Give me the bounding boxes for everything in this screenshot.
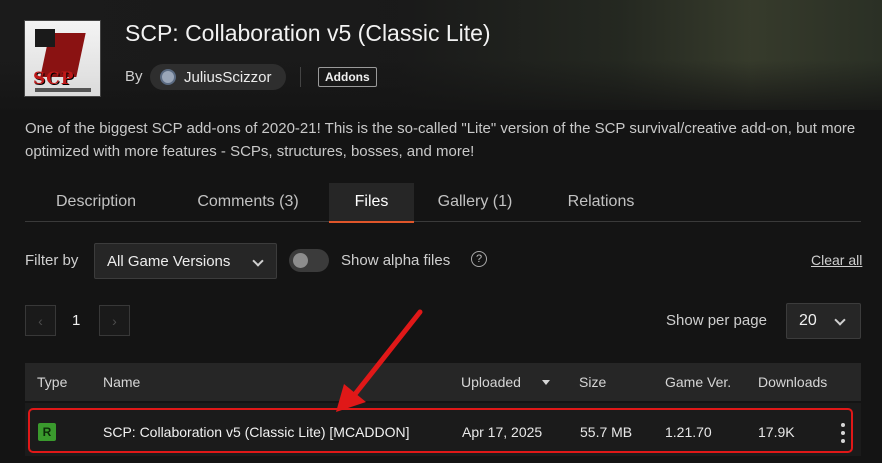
tab-comments[interactable]: Comments (3) (173, 183, 323, 221)
column-type[interactable]: Type (37, 374, 67, 390)
chevron-down-icon (252, 255, 264, 267)
category-tag[interactable]: Addons (318, 67, 377, 87)
project-summary: One of the biggest SCP add-ons of 2020-2… (25, 120, 856, 160)
filter-by-label: Filter by (25, 252, 79, 269)
annotation-highlight-box (28, 408, 853, 453)
game-version-select[interactable]: All Game Versions (94, 243, 277, 279)
game-version-value: All Game Versions (107, 252, 231, 270)
column-game-version[interactable]: Game Ver. (665, 374, 731, 390)
help-icon[interactable]: ? (471, 251, 487, 267)
show-alpha-toggle[interactable] (289, 249, 329, 272)
toggle-knob (293, 253, 308, 268)
clear-all-link[interactable]: Clear all (811, 252, 862, 268)
next-page-button[interactable]: › (99, 305, 130, 336)
author-avatar (160, 69, 176, 85)
author-link[interactable]: JuliusScizzor (150, 64, 286, 90)
column-name[interactable]: Name (103, 374, 140, 390)
tab-gallery[interactable]: Gallery (1) (419, 183, 531, 221)
show-alpha-label: Show alpha files (341, 252, 451, 269)
header-divider (300, 67, 301, 87)
column-uploaded[interactable]: Uploaded (461, 374, 521, 390)
thumbnail-logo-text: SCP (33, 69, 75, 89)
per-page-label: Show per page (666, 312, 767, 329)
sort-desc-icon[interactable] (542, 380, 550, 385)
per-page-select[interactable]: 20 (786, 303, 861, 339)
prev-page-button[interactable]: ‹ (25, 305, 56, 336)
by-label: By (125, 68, 143, 85)
project-tabs: Description Comments (3) Files Gallery (… (25, 183, 861, 223)
current-page[interactable]: 1 (72, 312, 80, 329)
column-size[interactable]: Size (579, 374, 606, 390)
tab-files[interactable]: Files (329, 183, 414, 223)
author-name: JuliusScizzor (184, 68, 272, 86)
files-table-header: Type Name Uploaded Size Game Ver. Downlo… (25, 363, 861, 401)
project-thumbnail[interactable]: SCP (24, 20, 101, 97)
tab-description[interactable]: Description (25, 183, 167, 221)
chevron-down-icon (834, 314, 846, 326)
project-title: SCP: Collaboration v5 (Classic Lite) (125, 20, 491, 46)
per-page-value: 20 (799, 312, 817, 329)
tab-relations[interactable]: Relations (543, 183, 659, 221)
column-downloads[interactable]: Downloads (758, 374, 827, 390)
